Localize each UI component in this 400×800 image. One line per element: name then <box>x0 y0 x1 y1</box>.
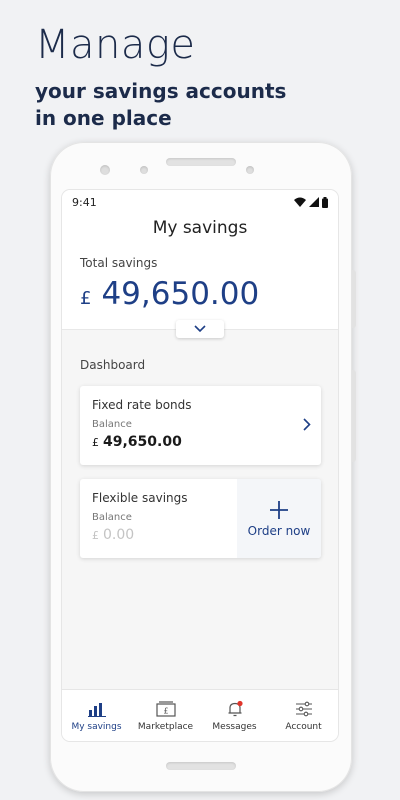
promo-subline: your savings accounts in one place <box>35 78 286 132</box>
marketplace-icon: £ <box>155 700 176 718</box>
nav-label: Account <box>285 721 322 732</box>
summary-header: 9:41 My savings Total savings £ 49,650.0… <box>62 190 338 330</box>
phone-camera <box>100 165 110 175</box>
app-screen: 9:41 My savings Total savings £ 49,650.0… <box>62 190 338 741</box>
fixed-rate-bonds-card[interactable]: Fixed rate bonds Balance £ 49,650.00 <box>80 386 321 465</box>
nav-marketplace[interactable]: £ Marketplace <box>132 700 200 732</box>
phone-power-button <box>352 270 356 328</box>
order-now-label: Order now <box>247 523 311 538</box>
nav-label: My savings <box>71 721 122 732</box>
chevron-down-icon <box>194 325 206 333</box>
card-balance-currency: £ <box>92 529 99 542</box>
nav-label: Messages <box>212 721 257 732</box>
battery-icon <box>322 196 328 208</box>
card-title: Fixed rate bonds <box>92 398 192 412</box>
card-balance-currency: £ <box>92 436 99 449</box>
phone-proximity-sensor <box>246 166 254 174</box>
phone-earpiece <box>166 158 236 166</box>
total-savings-currency: £ <box>80 288 92 309</box>
bottom-navigation: My savings £ Marketplace Messages Accoun… <box>62 689 338 741</box>
status-bar: 9:41 <box>62 190 338 214</box>
phone-speaker <box>166 762 236 770</box>
promo-subline-line-1: your savings accounts <box>35 79 287 103</box>
nav-label: Marketplace <box>137 721 194 732</box>
flexible-savings-card: Flexible savings Balance £ 0.00 Order no… <box>80 479 321 558</box>
card-balance: £ 49,650.00 <box>92 434 182 450</box>
plus-icon <box>270 500 288 519</box>
phone-sensor <box>140 166 148 174</box>
bell-icon <box>226 700 244 718</box>
page-title: My savings <box>152 218 248 238</box>
card-balance-label: Balance <box>92 419 132 430</box>
card-balance-amount: 49,650.00 <box>103 434 182 450</box>
status-icons <box>294 196 328 208</box>
card-balance: £ 0.00 <box>92 527 134 543</box>
sliders-icon <box>295 700 313 718</box>
nav-messages[interactable]: Messages <box>201 700 269 732</box>
nav-account[interactable]: Account <box>270 700 338 732</box>
promo-headline: Manage <box>35 22 196 68</box>
svg-text:£: £ <box>163 706 168 715</box>
cell-signal-icon <box>309 197 319 207</box>
card-balance-label: Balance <box>92 512 132 523</box>
wifi-icon <box>294 197 306 207</box>
total-savings-value: £ 49,650.00 <box>80 276 259 312</box>
expand-summary-button[interactable] <box>176 320 224 338</box>
bar-chart-icon <box>87 700 106 718</box>
order-now-button[interactable]: Order now <box>237 479 321 558</box>
card-title: Flexible savings <box>92 491 188 505</box>
total-savings-amount: 49,650.00 <box>101 276 260 312</box>
chevron-right-icon <box>303 418 311 431</box>
nav-my-savings[interactable]: My savings <box>63 700 131 732</box>
promo-subline-line-2: in one place <box>35 106 172 130</box>
card-balance-amount: 0.00 <box>103 527 135 543</box>
dashboard-heading: Dashboard <box>80 358 146 372</box>
phone-volume-button <box>352 370 356 462</box>
total-savings-label: Total savings <box>80 256 158 270</box>
status-time: 9:41 <box>72 195 97 209</box>
